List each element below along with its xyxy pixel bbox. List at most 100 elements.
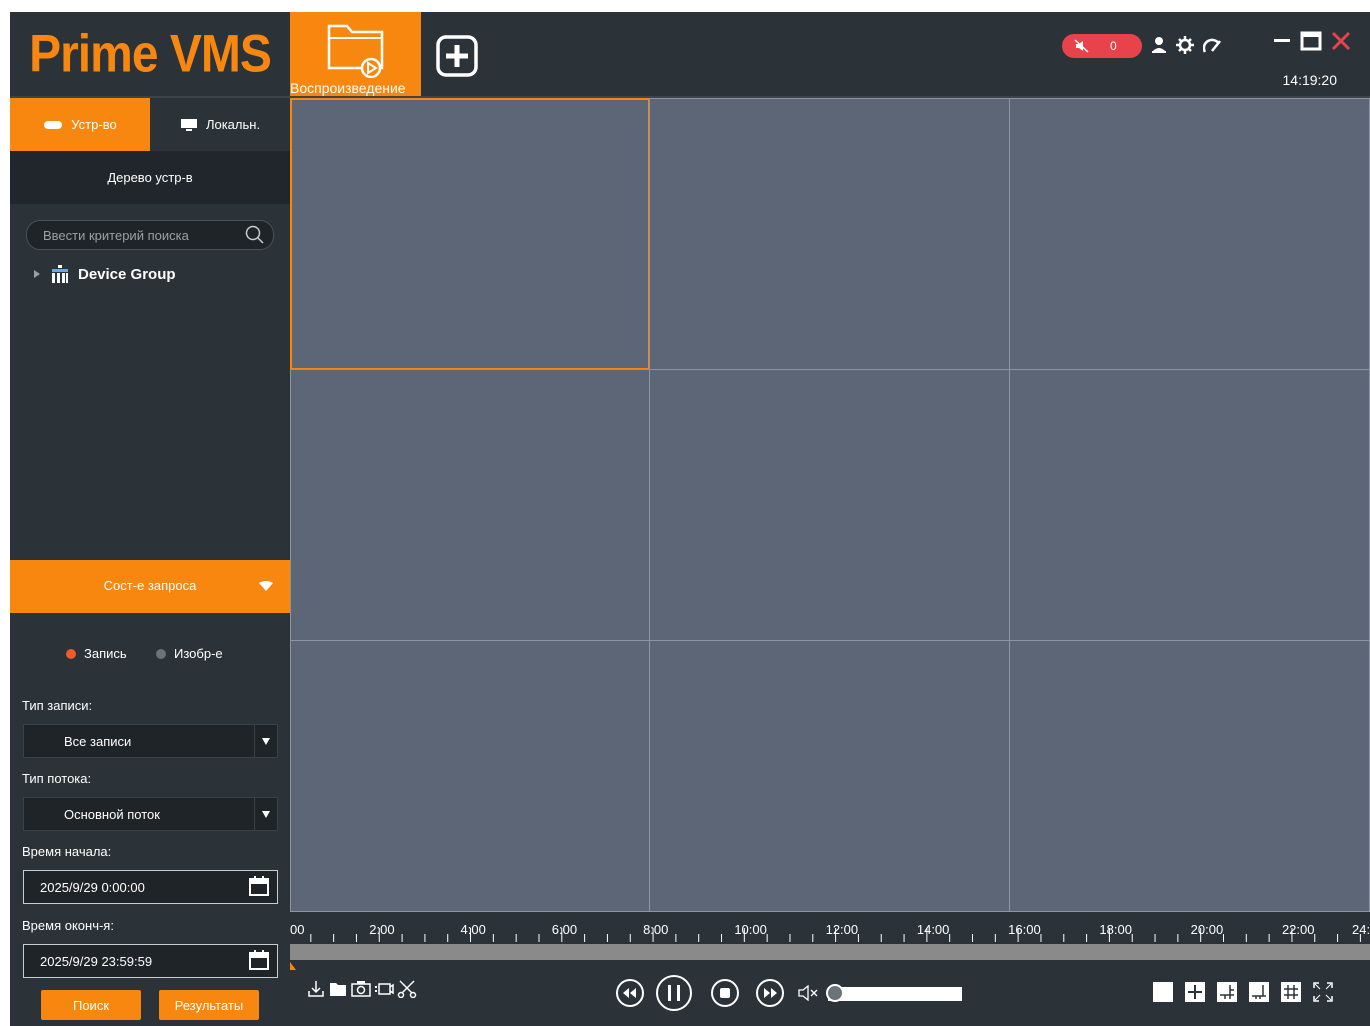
search-button[interactable]: Поиск [41, 990, 141, 1020]
rewind-icon[interactable] [615, 978, 645, 1008]
query-title: Сост-е запроса [103, 578, 197, 593]
clock-display: 14:19:20 [1282, 72, 1338, 88]
tree-item-device-group[interactable]: Device Group [32, 264, 176, 284]
radio-dot [156, 648, 166, 659]
device-tree-header: Дерево устр-в [10, 151, 290, 204]
user-icon[interactable] [1150, 36, 1168, 54]
tab-playback-label: Воспроизведение [290, 80, 406, 96]
device-search-input[interactable]: Ввести критерий поиска [26, 220, 274, 250]
pause-icon[interactable] [655, 974, 693, 1012]
add-tab-icon[interactable] [435, 34, 479, 78]
radio-record[interactable]: Запись [66, 646, 127, 661]
end-time-value: 2025/9/29 23:59:59 [40, 954, 153, 969]
volume-mute-icon[interactable] [798, 985, 820, 1001]
settings-gear-icon[interactable] [1176, 36, 1194, 54]
timeline-tick-label: 00 [290, 922, 305, 937]
layout-2x2-icon[interactable] [1184, 981, 1206, 1003]
timeline-track[interactable] [290, 944, 1370, 960]
alarm-badge[interactable]: 0 [1062, 34, 1142, 58]
timeline-tick-label: 14:00 [916, 922, 950, 937]
timeline-tick-label: 18:00 [1099, 922, 1132, 937]
start-time-value: 2025/9/29 0:00:00 [40, 880, 145, 895]
video-cell[interactable] [649, 369, 1010, 641]
mute-alarm-icon [1074, 39, 1089, 53]
app-logo: Prime VMS [29, 24, 272, 84]
volume-slider[interactable] [826, 984, 962, 1002]
calendar-icon[interactable] [249, 876, 269, 896]
minimize-icon[interactable] [1272, 30, 1292, 50]
playback-timeline[interactable]: 00 2:00 4:00 6:00 8:00 10:00 12:00 14:00 16:00 18… [290, 912, 1370, 972]
tree-item-label: Device Group [78, 265, 176, 283]
end-time-input[interactable]: 2025/9/29 23:59:59 [23, 944, 278, 978]
video-cell[interactable] [649, 98, 1010, 370]
close-icon[interactable] [1330, 30, 1352, 52]
open-folder-icon[interactable] [329, 980, 347, 998]
timeline-ruler: 00 2:00 4:00 6:00 8:00 10:00 12:00 14:00 16:00 18… [290, 912, 1370, 944]
timeline-tick-label: 10:00 [734, 922, 767, 937]
fast-forward-icon[interactable] [755, 978, 785, 1008]
playback-folder-icon [327, 24, 384, 78]
performance-gauge-icon[interactable] [1203, 36, 1223, 54]
results-button[interactable]: Результаты [159, 990, 259, 1020]
record-type-value: Все записи [64, 734, 132, 749]
tab-local[interactable]: Локальн. [150, 98, 290, 151]
radio-image-label: Изобр-е [174, 646, 223, 661]
query-conditions-header[interactable]: Сост-е запроса [10, 560, 290, 613]
radio-record-label: Запись [84, 646, 127, 661]
record-type-label: Тип записи: [22, 698, 93, 713]
search-icon[interactable] [245, 225, 265, 245]
scissors-icon[interactable] [397, 980, 417, 998]
maximize-icon[interactable] [1300, 30, 1322, 52]
video-cell[interactable] [290, 98, 650, 370]
stream-type-value: Основной поток [64, 807, 160, 822]
stop-icon[interactable] [710, 978, 740, 1008]
timeline-tick-label: 24: [1352, 922, 1370, 937]
timeline-cursor-icon[interactable] [290, 962, 298, 970]
start-time-label: Время начала: [22, 844, 112, 859]
calendar-icon[interactable] [249, 950, 269, 970]
device-icon [44, 120, 63, 129]
tab-device[interactable]: Устр-во [10, 98, 150, 151]
video-cell[interactable] [1009, 640, 1370, 912]
video-cell[interactable] [290, 369, 650, 641]
expand-arrow-icon[interactable] [32, 269, 42, 279]
timeline-tick-label: 6:00 [551, 922, 578, 937]
video-cell[interactable] [1009, 369, 1370, 641]
layout-3x3-icon[interactable] [1280, 981, 1302, 1003]
record-type-select[interactable]: Все записи [23, 724, 278, 758]
video-cell[interactable] [649, 640, 1010, 912]
radio-dot-selected [66, 648, 76, 659]
timeline-tick-label: 22:00 [1281, 922, 1315, 937]
device-group-icon [52, 265, 68, 283]
radio-image[interactable]: Изобр-е [156, 646, 223, 661]
snapshot-camera-icon[interactable] [351, 980, 371, 998]
record-clip-icon[interactable] [374, 980, 394, 998]
timeline-tick-label: 12:00 [825, 922, 859, 937]
video-cell[interactable] [1009, 98, 1370, 370]
stream-type-select[interactable]: Основной поток [23, 797, 278, 831]
monitor-icon [180, 118, 197, 131]
sidebar: Устр-во Локальн. Дерево устр-в Ввести кр… [10, 98, 290, 1026]
dropdown-arrow-icon[interactable] [254, 798, 277, 830]
stream-type-label: Тип потока: [22, 771, 92, 786]
layout-1x1-icon[interactable] [1152, 981, 1174, 1003]
header-bar: Prime VMS Воспроизведение 0 14:19:20 [10, 12, 1370, 98]
dropdown-arrow-icon[interactable] [254, 725, 277, 757]
timeline-tick-label: 16:00 [1008, 922, 1041, 937]
tab-playback[interactable]: Воспроизведение [290, 12, 421, 96]
tab-device-label: Устр-во [71, 117, 117, 132]
video-grid [290, 98, 1370, 912]
fullscreen-icon[interactable] [1312, 981, 1334, 1003]
app-window: Prime VMS Воспроизведение 0 14:19:20 Уст… [10, 12, 1370, 1026]
chevron-down-icon[interactable] [258, 580, 274, 592]
timeline-tick-label: 2:00 [369, 922, 395, 937]
start-time-input[interactable]: 2025/9/29 0:00:00 [23, 870, 278, 904]
video-cell[interactable] [290, 640, 650, 912]
timeline-tick-label: 4:00 [460, 922, 486, 937]
layout-1plus5-icon[interactable] [1216, 981, 1238, 1003]
volume-slider-knob[interactable] [826, 984, 844, 1002]
download-icon[interactable] [307, 980, 325, 998]
sidebar-tabs: Устр-во Локальн. [10, 98, 290, 151]
search-placeholder: Ввести критерий поиска [43, 228, 189, 243]
layout-1plus7-icon[interactable] [1248, 981, 1270, 1003]
